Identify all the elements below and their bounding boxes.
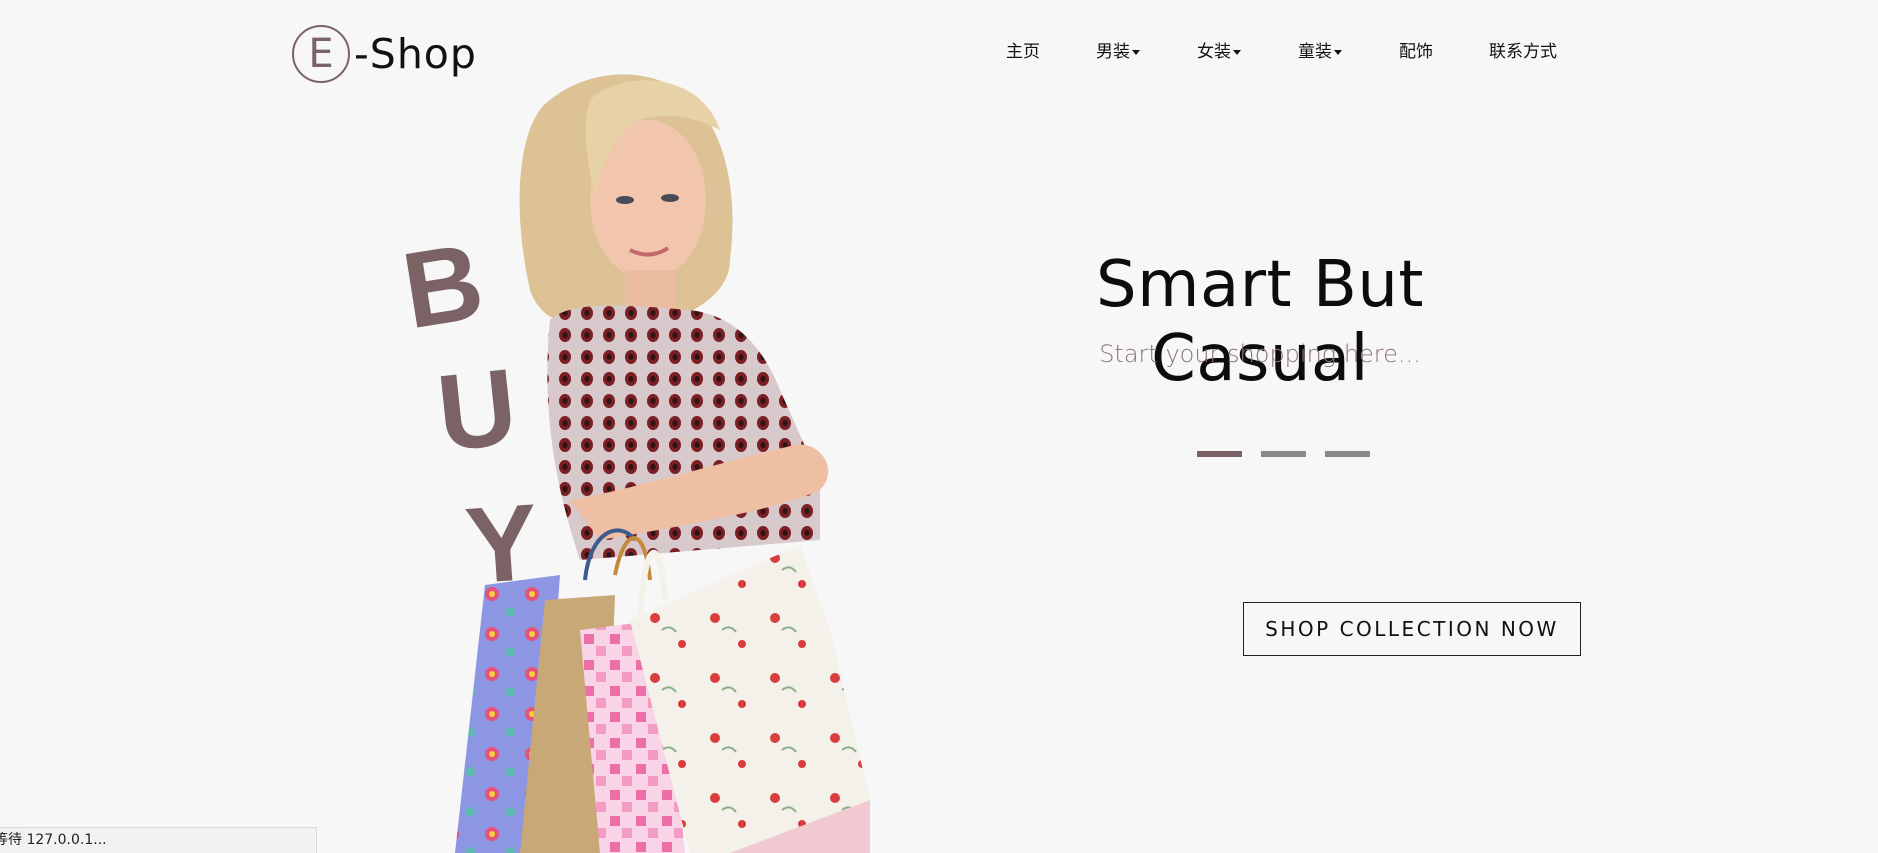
browser-status-bar: 等待 127.0.0.1... [0,827,317,853]
carousel-indicators [1197,451,1370,457]
carousel-dot-1[interactable] [1197,451,1242,457]
nav-item-label: 主页 [1006,42,1040,62]
nav-item-accessories[interactable]: 配饰 [1399,37,1433,62]
nav-item-menswear[interactable]: 男装 [1096,37,1140,62]
nav-item-womenswear[interactable]: 女装 [1197,37,1241,62]
caret-down-icon [1233,49,1241,55]
nav-item-label: 配饰 [1399,42,1433,62]
hero-headline: Smart But Casual [1096,248,1424,396]
nav-item-kidswear[interactable]: 童装 [1298,37,1342,62]
nav-item-label: 童装 [1298,42,1332,62]
nav-item-label: 女装 [1197,42,1231,62]
carousel-dot-3[interactable] [1325,451,1370,457]
caret-down-icon [1132,49,1140,55]
nav-item-label: 男装 [1096,42,1130,62]
nav-item-home[interactable]: 主页 [1006,37,1040,62]
caret-down-icon [1334,49,1342,55]
buy-letter-y: Y [461,480,543,607]
shop-collection-button[interactable]: SHOP COLLECTION NOW [1243,602,1581,656]
hero-subline: Start your shopping here... [1099,340,1421,368]
nav-item-label: 联系方式 [1489,42,1557,62]
logo-letter-mark: E [292,25,350,83]
status-text: 等待 127.0.0.1... [0,832,107,848]
buy-letter-b: B [394,219,491,352]
nav-item-contact[interactable]: 联系方式 [1489,37,1557,62]
buy-letter-u: U [431,345,523,474]
carousel-dot-2[interactable] [1261,451,1306,457]
